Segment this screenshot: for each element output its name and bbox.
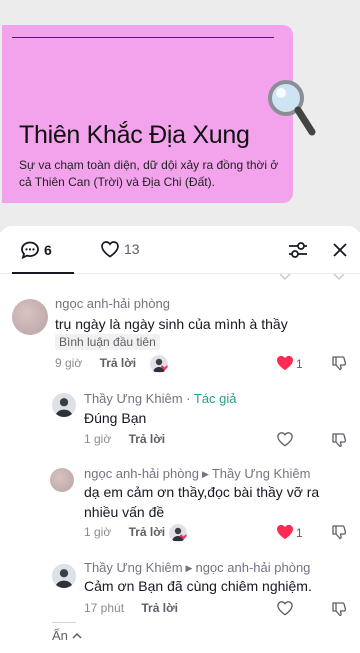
- like-count: 1: [296, 357, 303, 371]
- comment-text: trụ ngày là ngày sinh của mình à thầy: [55, 316, 288, 332]
- comments-count: 6: [44, 242, 52, 258]
- like-count: 1: [296, 526, 303, 540]
- card-divider: [12, 37, 274, 38]
- reply-arrow-icon: ▶: [185, 563, 193, 573]
- comment-meta: 1 giờ Trả lời: [84, 525, 165, 539]
- close-icon[interactable]: [330, 240, 350, 260]
- creator-liked-avatar: [169, 524, 187, 542]
- comment-meta: 9 giờ Trả lời: [55, 356, 136, 370]
- comment-time: 17 phút: [84, 601, 125, 615]
- magnifier-icon: [268, 80, 316, 136]
- comment-icon: [21, 241, 39, 260]
- reply-to-user: ngọc anh-hải phòng: [195, 560, 311, 575]
- previous-row-fragment: [279, 274, 345, 281]
- filter-icon[interactable]: [287, 240, 309, 260]
- reply-button[interactable]: Trả lời: [100, 356, 137, 370]
- post-preview: Thiên Khắc Địa Xung Sự va chạm toàn diện…: [0, 0, 360, 232]
- comment-time: 9 giờ: [55, 356, 83, 370]
- heart-outline-icon[interactable]: [276, 600, 294, 616]
- comment-username[interactable]: ngọc anh-hải phòng ▶ Thầy Ưng Khiêm: [84, 466, 310, 481]
- reply-button[interactable]: Trả lời: [129, 432, 166, 446]
- thumb-down-icon[interactable]: [331, 601, 347, 617]
- heart-filled-icon[interactable]: [276, 524, 294, 540]
- reply-arrow-icon: ▶: [201, 469, 209, 479]
- comment-text: Cảm ơn Bạn đã cùng chiêm nghiệm.: [84, 578, 312, 594]
- avatar[interactable]: [52, 393, 76, 417]
- reply-button[interactable]: Trả lời: [129, 525, 166, 539]
- author-tag: Tác giả: [193, 391, 237, 406]
- heart-outline-icon[interactable]: [276, 431, 294, 447]
- thumb-down-icon[interactable]: [331, 432, 347, 448]
- thumb-down-icon[interactable]: [331, 355, 347, 371]
- comment-meta: 1 giờ Trả lời: [84, 432, 165, 446]
- post-card: Thiên Khắc Địa Xung Sự va chạm toàn diện…: [2, 25, 293, 203]
- tab-likes[interactable]: 13: [100, 240, 140, 258]
- reply-to-user: Thầy Ưng Khiêm: [211, 466, 311, 481]
- tab-comments[interactable]: 6: [20, 240, 52, 260]
- likes-count: 13: [124, 241, 140, 257]
- post-title: Thiên Khắc Địa Xung: [19, 121, 250, 149]
- avatar[interactable]: [12, 299, 48, 335]
- comment-username[interactable]: Thầy Ưng Khiêm ▶ ngọc anh-hải phòng: [84, 560, 310, 575]
- comment-tabs: 6 13: [0, 226, 360, 274]
- post-subtitle: Sự va chạm toàn diện, dữ dội xảy ra đồng…: [19, 158, 279, 189]
- avatar[interactable]: [50, 468, 74, 492]
- comment-text: dạ em cảm ơn thầy,đọc bài thầy vỡ ra nhi…: [84, 484, 320, 520]
- comment-username[interactable]: Thầy Ưng Khiêm · Tác giả: [84, 391, 237, 406]
- heart-outline-icon: [101, 241, 119, 258]
- thumb-down-icon[interactable]: [331, 524, 347, 540]
- hide-replies-button[interactable]: Ẩn: [52, 628, 82, 643]
- comment-text: Đúng Bạn: [84, 410, 147, 426]
- avatar[interactable]: [52, 564, 76, 588]
- replies-divider: [52, 622, 76, 623]
- first-comment-badge: Bình luận đầu tiên: [55, 334, 160, 350]
- comment-username[interactable]: ngọc anh-hải phòng: [55, 296, 170, 311]
- reply-button[interactable]: Trả lời: [141, 601, 178, 615]
- comment-time: 1 giờ: [84, 525, 112, 539]
- comment-meta: 17 phút Trả lời: [84, 601, 178, 615]
- creator-liked-avatar: [150, 355, 168, 373]
- chevron-up-icon: [72, 632, 82, 639]
- comment-time: 1 giờ: [84, 432, 112, 446]
- heart-filled-icon[interactable]: [276, 355, 294, 371]
- hide-replies-label: Ẩn: [52, 628, 68, 643]
